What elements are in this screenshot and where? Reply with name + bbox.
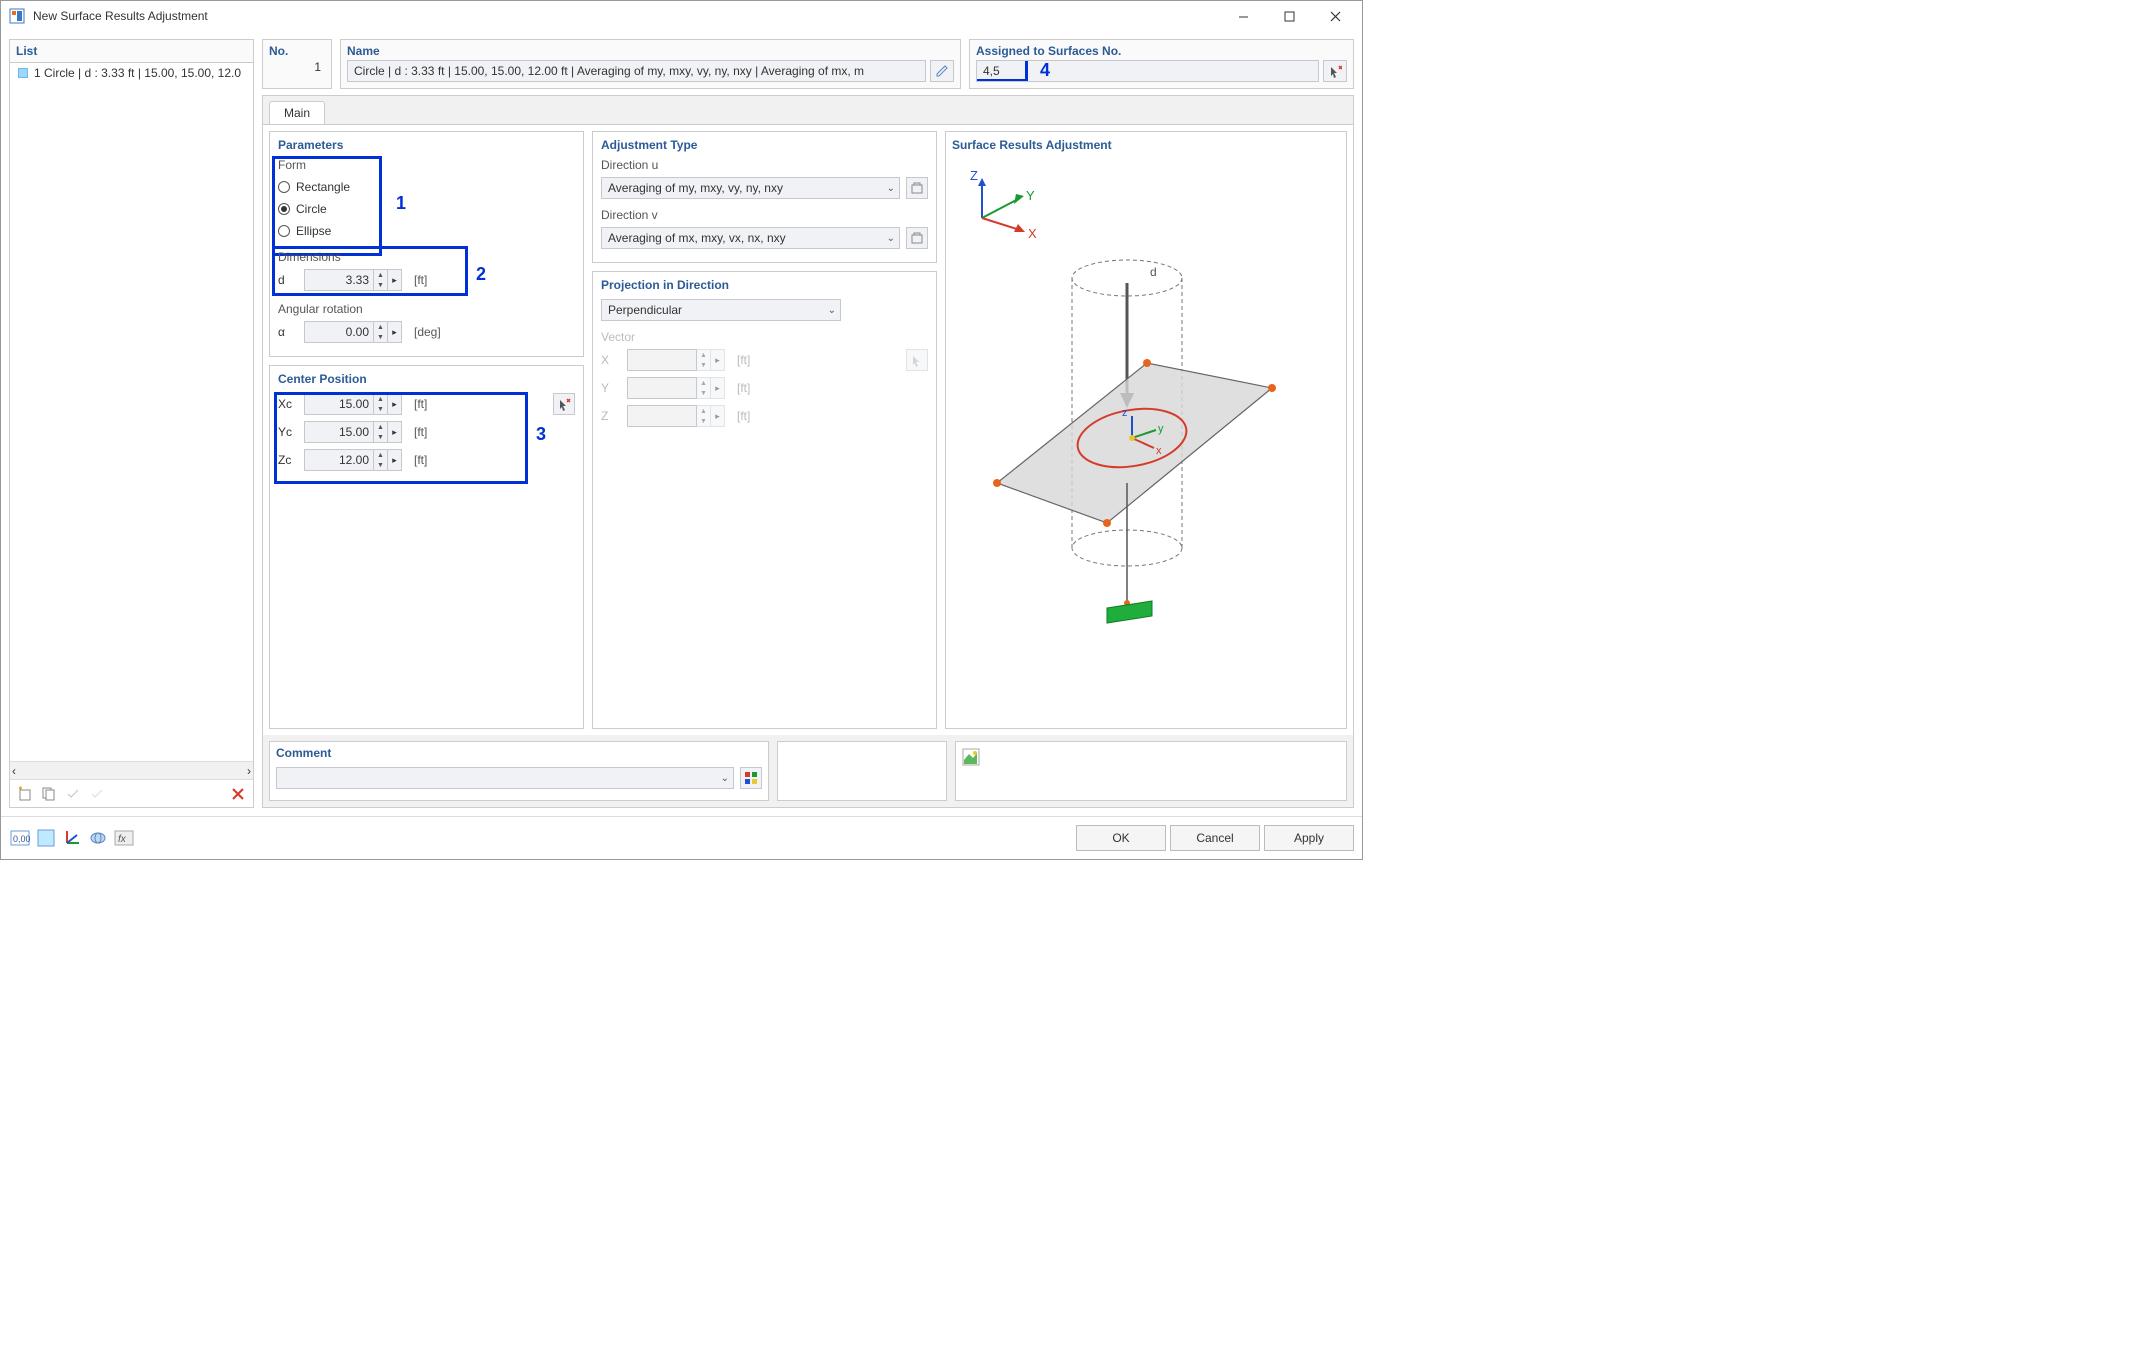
apply-button[interactable]: Apply [1264, 825, 1354, 851]
svg-text:d: d [1150, 265, 1157, 279]
svg-text:X: X [1028, 226, 1037, 241]
list-header: List [10, 40, 253, 63]
xc-field[interactable]: 15.00 ▲▼ ▸ [304, 393, 402, 415]
minimize-button[interactable] [1220, 2, 1266, 30]
name-field[interactable]: Circle | d : 3.33 ft | 15.00, 15.00, 12.… [347, 60, 926, 82]
preview-diagram: Z Y X d [952, 158, 1302, 658]
units-icon[interactable]: 0,00 [9, 827, 31, 849]
fx-icon[interactable]: fx [113, 827, 135, 849]
maximize-button[interactable] [1266, 2, 1312, 30]
form-circle[interactable]: Circle [278, 198, 575, 220]
titlebar: New Surface Results Adjustment [1, 1, 1362, 31]
adjustment-type-group: Adjustment Type Direction u Averaging of… [592, 131, 937, 263]
name-label: Name [347, 44, 954, 58]
projection-header: Projection in Direction [601, 278, 928, 292]
check2-icon[interactable] [86, 783, 108, 805]
copy-icon[interactable] [38, 783, 60, 805]
xc-label: Xc [278, 397, 298, 411]
vector-y: ▲▼ ▸ [627, 377, 725, 399]
d-field[interactable]: 3.33 ▲▼ ▸ [304, 269, 402, 291]
no-value: 1 [269, 58, 325, 76]
adjustment-header: Adjustment Type [601, 138, 928, 152]
svg-text:y: y [1158, 423, 1164, 435]
close-button[interactable] [1312, 2, 1358, 30]
svg-text:Z: Z [970, 168, 978, 183]
comment-header: Comment [276, 746, 762, 760]
svg-text:0,00: 0,00 [13, 834, 30, 844]
ok-button[interactable]: OK [1076, 825, 1166, 851]
theme-icon[interactable] [35, 827, 57, 849]
window-title: New Surface Results Adjustment [33, 9, 1220, 23]
svg-text:fx: fx [118, 834, 127, 845]
svg-text:Y: Y [1026, 188, 1035, 203]
dimensions-header: Dimensions [278, 250, 575, 264]
alpha-field[interactable]: 0.00 ▲▼ ▸ [304, 321, 402, 343]
no-box: No. 1 [262, 39, 332, 89]
preview-render-icon[interactable] [960, 746, 982, 768]
direction-u-label: Direction u [601, 158, 928, 172]
projection-select[interactable]: Perpendicular⌄ [601, 299, 841, 321]
d-unit: [ft] [414, 273, 427, 287]
yc-field[interactable]: 15.00 ▲▼ ▸ [304, 421, 402, 443]
assigned-label: Assigned to Surfaces No. [976, 44, 1347, 58]
name-box: Name Circle | d : 3.33 ft | 15.00, 15.00… [340, 39, 961, 89]
comment-group: Comment ⌄ [269, 741, 769, 801]
annotation-2: 2 [476, 264, 486, 285]
list-item-label: 1 Circle | d : 3.33 ft | 15.00, 15.00, 1… [34, 66, 241, 80]
parameters-group: Parameters 1 Form Rectangle Circle Ellip… [269, 131, 584, 357]
annotation-3: 3 [536, 424, 546, 445]
direction-v-label: Direction v [601, 208, 928, 222]
vector-header: Vector [601, 330, 928, 344]
angular-header: Angular rotation [278, 302, 575, 316]
list-item[interactable]: 1 Circle | d : 3.33 ft | 15.00, 15.00, 1… [14, 65, 249, 81]
form-header: Form [278, 158, 575, 172]
center-header: Center Position [278, 372, 575, 386]
annotation-1: 1 [396, 193, 406, 214]
annotation-4: 4 [1040, 60, 1353, 81]
pick-vector-icon [906, 349, 928, 371]
form-rectangle[interactable]: Rectangle [278, 176, 575, 198]
direction-u-select[interactable]: Averaging of my, mxy, vy, ny, nxy⌄ [601, 177, 900, 199]
comment-color-icon[interactable] [740, 767, 762, 789]
list-color-swatch [18, 68, 28, 78]
alpha-unit: [deg] [414, 325, 441, 339]
preview-panel: Surface Results Adjustment Z [945, 131, 1347, 729]
tab-main[interactable]: Main [269, 101, 325, 124]
svg-text:z: z [1122, 407, 1128, 419]
zc-field[interactable]: 12.00 ▲▼ ▸ [304, 449, 402, 471]
name-edit-icon[interactable] [930, 60, 954, 82]
new-icon[interactable] [14, 783, 36, 805]
list-panel: List 1 Circle | d : 3.33 ft | 15.00, 15.… [9, 39, 254, 808]
projection-group: Projection in Direction Perpendicular⌄ V… [592, 271, 937, 729]
direction-v-select[interactable]: Averaging of mx, mxy, vx, nx, nxy⌄ [601, 227, 900, 249]
list-scrollbar[interactable]: ‹› [10, 761, 253, 779]
yc-label: Yc [278, 425, 298, 439]
axes-icon[interactable] [61, 827, 83, 849]
comment-field[interactable]: ⌄ [276, 767, 734, 789]
expand-icon[interactable]: ▸ [388, 269, 402, 291]
app-icon [9, 8, 25, 24]
vector-z: ▲▼ ▸ [627, 405, 725, 427]
check-icon[interactable] [62, 783, 84, 805]
svg-text:x: x [1156, 445, 1162, 457]
vector-x: ▲▼ ▸ [627, 349, 725, 371]
zc-label: Zc [278, 453, 298, 467]
assigned-box: Assigned to Surfaces No. 4,5 4 [969, 39, 1354, 89]
cancel-button[interactable]: Cancel [1170, 825, 1260, 851]
center-position-group: Center Position 3 Xc 15.00 ▲▼ ▸ [ft] [269, 365, 584, 729]
delete-icon[interactable] [227, 783, 249, 805]
alpha-label: α [278, 325, 298, 339]
diru-library-icon[interactable] [906, 177, 928, 199]
no-label: No. [269, 44, 325, 58]
globe-icon[interactable] [87, 827, 109, 849]
dirv-library-icon[interactable] [906, 227, 928, 249]
d-label: d [278, 273, 298, 287]
pick-point-icon[interactable] [553, 393, 575, 415]
spinner-icon[interactable]: ▲▼ [374, 269, 388, 291]
preview-header: Surface Results Adjustment [952, 138, 1340, 152]
form-ellipse[interactable]: Ellipse [278, 220, 575, 242]
parameters-header: Parameters [278, 138, 575, 152]
